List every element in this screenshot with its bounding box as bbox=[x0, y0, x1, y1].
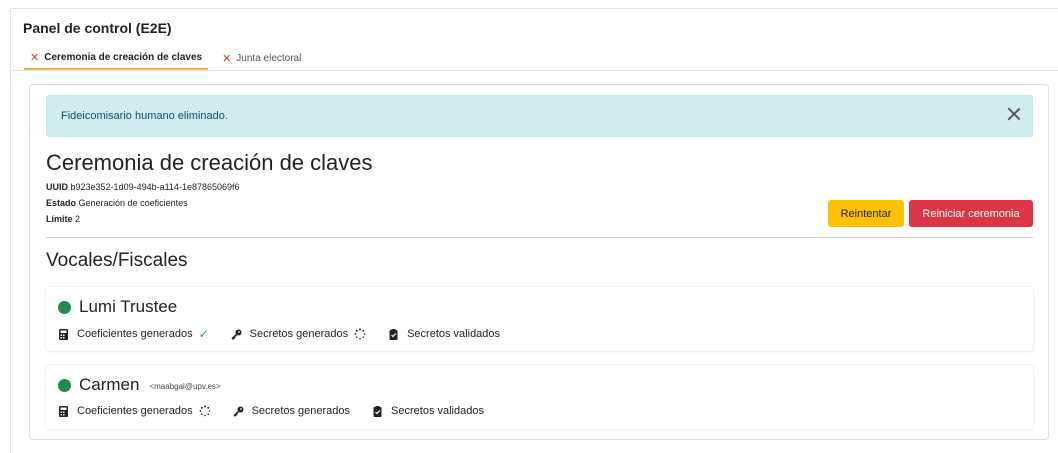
limit-value: 2 bbox=[75, 214, 81, 224]
step-label: Coeficientes generados bbox=[77, 328, 193, 340]
calculator-icon bbox=[59, 328, 68, 340]
clipboard-check-icon bbox=[389, 328, 398, 340]
spinner-icon bbox=[354, 328, 366, 340]
step-label: Coeficientes generados bbox=[77, 405, 193, 417]
alert-message: Fideicomisario humano eliminado. bbox=[61, 110, 228, 122]
close-icon[interactable]: ✕ bbox=[222, 52, 231, 65]
close-icon[interactable]: ✕ bbox=[30, 51, 39, 64]
trustee-header: Carmen <maabgal@upv.es> bbox=[58, 375, 221, 395]
trustee-steps: Coeficientes generados ✓ Secretos genera… bbox=[58, 327, 522, 341]
trustee-header: Lumi Trustee bbox=[58, 297, 177, 317]
check-icon: ✓ bbox=[198, 327, 209, 341]
step-secrets: Secretos generados bbox=[233, 405, 350, 417]
step-validated: Secretos validados bbox=[388, 328, 500, 340]
uuid-row: UUID b923e352-1d09-494b-a114-1e87865069f… bbox=[46, 182, 240, 192]
divider bbox=[46, 237, 1033, 238]
step-secrets: Secretos generados bbox=[231, 328, 366, 340]
step-label: Secretos generados bbox=[249, 328, 349, 340]
step-label: Secretos generados bbox=[251, 405, 351, 417]
tab-bar: ✕ Ceremonia de creación de claves ✕ Junt… bbox=[24, 46, 307, 70]
section-title: Vocales/Fiscales bbox=[46, 250, 188, 271]
tab-key-ceremony[interactable]: ✕ Ceremonia de creación de claves bbox=[24, 46, 209, 70]
step-coefficients: Coeficientes generados bbox=[58, 405, 211, 417]
trustee-card: Carmen <maabgal@upv.es> Coeficientes gen… bbox=[46, 365, 1033, 429]
status-label: Estado bbox=[46, 198, 77, 208]
clipboard-check-icon bbox=[373, 405, 382, 417]
trustee-email: <maabgal@upv.es> bbox=[149, 381, 221, 391]
ceremony-title: Ceremonia de creación de claves bbox=[46, 150, 373, 175]
calculator-icon bbox=[59, 405, 68, 417]
key-icon bbox=[231, 329, 242, 340]
tab-electoral-board[interactable]: ✕ Junta electoral bbox=[216, 46, 307, 70]
limit-row: Límite 2 bbox=[46, 214, 80, 224]
close-icon[interactable] bbox=[1006, 106, 1022, 122]
uuid-label: UUID bbox=[46, 182, 68, 192]
tab-label: Junta electoral bbox=[236, 52, 302, 64]
retry-button[interactable]: Reintentar bbox=[828, 200, 904, 227]
info-alert: Fideicomisario humano eliminado. bbox=[46, 95, 1033, 137]
status-value: Generación de coeficientes bbox=[78, 198, 188, 208]
status-dot bbox=[58, 300, 71, 314]
trustee-name: Carmen bbox=[79, 375, 140, 394]
trustee-card: Lumi Trustee Coeficientes generados ✓ Se… bbox=[46, 287, 1033, 351]
tab-label: Ceremonia de creación de claves bbox=[44, 51, 203, 63]
trustee-name: Lumi Trustee bbox=[79, 297, 178, 316]
spinner-icon bbox=[199, 405, 210, 417]
uuid-value: b923e352-1d09-494b-a114-1e87865069f6 bbox=[70, 182, 240, 192]
step-coefficients: Coeficientes generados ✓ bbox=[58, 327, 209, 341]
step-label: Secretos validados bbox=[391, 405, 484, 417]
limit-label: Límite bbox=[46, 214, 73, 224]
restart-ceremony-button[interactable]: Reiniciar ceremonia bbox=[909, 200, 1033, 227]
key-icon bbox=[233, 406, 244, 417]
status-dot bbox=[58, 378, 71, 392]
trustee-steps: Coeficientes generados Secretos generado… bbox=[58, 405, 506, 417]
step-validated: Secretos validados bbox=[372, 405, 484, 417]
step-label: Secretos validados bbox=[407, 328, 501, 340]
status-row: Estado Generación de coeficientes bbox=[46, 198, 188, 208]
tabs-divider bbox=[11, 70, 1058, 71]
panel-title: Panel de control (E2E) bbox=[23, 20, 172, 36]
